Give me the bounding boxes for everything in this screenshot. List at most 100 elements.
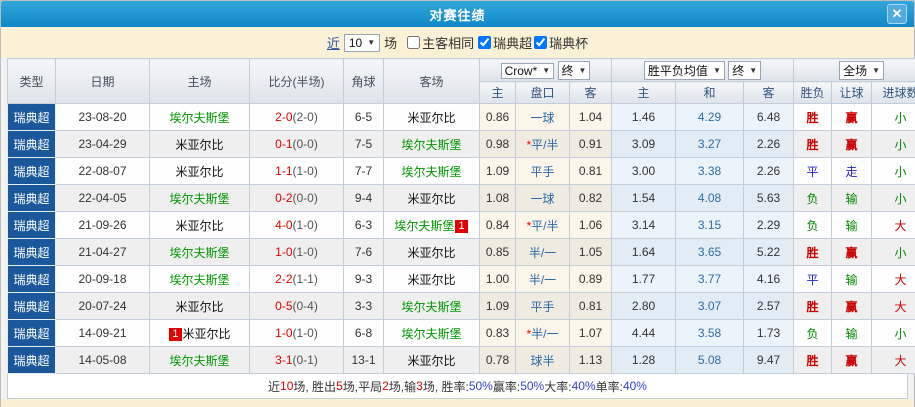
summary-segment: 5 bbox=[336, 379, 343, 393]
cell-score: 2-2(1-1) bbox=[250, 266, 344, 293]
cell-ah-home-odds: 1.09 bbox=[480, 158, 516, 185]
cell-goals: 小 bbox=[872, 158, 915, 185]
cell-league: 瑞典超 bbox=[8, 239, 56, 266]
sub-header-eu-draw: 和 bbox=[676, 82, 744, 104]
league-checkbox-0[interactable] bbox=[478, 36, 491, 49]
same-venue-checkbox[interactable] bbox=[407, 36, 420, 49]
cell-league: 瑞典超 bbox=[8, 347, 56, 374]
match-row: 瑞典超23-08-20埃尔夫斯堡2-0(2-0)6-5米亚尔比0.86一球1.0… bbox=[8, 104, 915, 131]
cell-result: 胜 bbox=[794, 131, 832, 158]
summary-segment: 单率: bbox=[596, 378, 623, 395]
match-row: 瑞典超14-09-211米亚尔比1-0(1-0)6-8埃尔夫斯堡0.83*半/一… bbox=[8, 320, 915, 347]
sub-header-goals: 进球数 bbox=[872, 82, 915, 104]
group-header-europe-odds: 胜平负均值 ▼ 终 ▼ bbox=[612, 59, 794, 82]
cell-handicap-result: 输 bbox=[832, 320, 872, 347]
odds-state-value: 终 bbox=[562, 62, 574, 79]
europe-state-value: 终 bbox=[732, 62, 744, 79]
cell-goals: 大 bbox=[872, 212, 915, 239]
cell-ah-home-odds: 0.86 bbox=[480, 104, 516, 131]
cell-eu-home-odds: 3.00 bbox=[612, 158, 676, 185]
sub-header-handicap: 让球 bbox=[832, 82, 872, 104]
cell-corners: 6-5 bbox=[344, 104, 384, 131]
sub-header-ah-line: 盘口 bbox=[516, 82, 570, 104]
cell-away-team: 埃尔夫斯堡 bbox=[384, 293, 480, 320]
cell-corners: 6-3 bbox=[344, 212, 384, 239]
cell-ah-away-odds: 0.91 bbox=[570, 131, 612, 158]
cell-eu-away-odds: 6.48 bbox=[744, 104, 794, 131]
odds-state-select[interactable]: 终 ▼ bbox=[558, 61, 591, 80]
cell-home-team: 米亚尔比 bbox=[150, 212, 250, 239]
cell-handicap-result: 输 bbox=[832, 266, 872, 293]
cell-corners: 13-1 bbox=[344, 347, 384, 374]
team-name: 埃尔夫斯堡 bbox=[394, 219, 454, 233]
cell-eu-home-odds: 1.77 bbox=[612, 266, 676, 293]
cell-result: 负 bbox=[794, 212, 832, 239]
cell-league: 瑞典超 bbox=[8, 104, 56, 131]
cell-ah-home-odds: 0.78 bbox=[480, 347, 516, 374]
cell-result: 负 bbox=[794, 185, 832, 212]
match-row: 瑞典超22-04-05埃尔夫斯堡0-2(0-0)9-4米亚尔比1.08一球0.8… bbox=[8, 185, 915, 212]
cell-ah-line: 平手 bbox=[516, 293, 570, 320]
close-icon[interactable]: ✕ bbox=[887, 4, 907, 24]
same-venue-option: 主客相同 bbox=[407, 33, 474, 52]
cell-score: 1-0(1-0) bbox=[250, 239, 344, 266]
cell-handicap-result: 赢 bbox=[832, 347, 872, 374]
near-link[interactable]: 近 bbox=[327, 33, 340, 52]
cell-home-team: 埃尔夫斯堡 bbox=[150, 266, 250, 293]
summary-segment: 40% bbox=[623, 379, 647, 393]
cell-ah-away-odds: 0.82 bbox=[570, 185, 612, 212]
cell-eu-away-odds: 2.26 bbox=[744, 158, 794, 185]
cell-eu-draw-odds: 3.38 bbox=[676, 158, 744, 185]
cell-eu-draw-odds: 3.58 bbox=[676, 320, 744, 347]
count-suffix-label: 场 bbox=[384, 33, 397, 52]
scope-select[interactable]: 全场 ▼ bbox=[839, 61, 884, 80]
cell-ah-line: 平手 bbox=[516, 158, 570, 185]
cell-ah-away-odds: 1.04 bbox=[570, 104, 612, 131]
cell-eu-draw-odds: 4.29 bbox=[676, 104, 744, 131]
odds-source-select[interactable]: Crow* ▼ bbox=[501, 63, 555, 79]
summary-segment: 50% bbox=[520, 379, 544, 393]
summary-segment: 近 bbox=[268, 378, 280, 395]
bottom-strip bbox=[1, 399, 914, 407]
cell-date: 14-05-08 bbox=[56, 347, 150, 374]
cell-eu-home-odds: 4.44 bbox=[612, 320, 676, 347]
cell-away-team: 米亚尔比 bbox=[384, 239, 480, 266]
cell-league: 瑞典超 bbox=[8, 131, 56, 158]
cell-goals: 大 bbox=[872, 266, 915, 293]
europe-source-select[interactable]: 胜平负均值 ▼ bbox=[644, 61, 725, 80]
cell-ah-line: *平/半 bbox=[516, 212, 570, 239]
cell-handicap-result: 赢 bbox=[832, 131, 872, 158]
league-option-1: 瑞典杯 bbox=[534, 33, 588, 52]
cell-eu-home-odds: 3.14 bbox=[612, 212, 676, 239]
team-name: 埃尔夫斯堡 bbox=[169, 111, 229, 125]
europe-source-value: 胜平负均值 bbox=[648, 62, 708, 79]
europe-state-select[interactable]: 终 ▼ bbox=[728, 61, 761, 80]
cell-home-team: 米亚尔比 bbox=[150, 293, 250, 320]
team-name: 米亚尔比 bbox=[407, 246, 455, 260]
history-rows: 瑞典超23-08-20埃尔夫斯堡2-0(2-0)6-5米亚尔比0.86一球1.0… bbox=[8, 104, 915, 374]
team-name: 埃尔夫斯堡 bbox=[169, 354, 229, 368]
cell-corners: 6-8 bbox=[344, 320, 384, 347]
cell-result: 平 bbox=[794, 158, 832, 185]
cell-date: 23-08-20 bbox=[56, 104, 150, 131]
cell-corners: 7-5 bbox=[344, 131, 384, 158]
cell-ah-away-odds: 1.13 bbox=[570, 347, 612, 374]
cell-ah-home-odds: 0.85 bbox=[480, 239, 516, 266]
cell-away-team: 米亚尔比 bbox=[384, 104, 480, 131]
match-row: 瑞典超20-09-18埃尔夫斯堡2-2(1-1)9-3米亚尔比1.00半/一0.… bbox=[8, 266, 915, 293]
match-count-select[interactable]: 10 ▼ bbox=[344, 34, 380, 52]
cell-corners: 9-4 bbox=[344, 185, 384, 212]
cell-score: 0-5(0-4) bbox=[250, 293, 344, 320]
cell-corners: 9-3 bbox=[344, 266, 384, 293]
cell-home-team: 埃尔夫斯堡 bbox=[150, 104, 250, 131]
team-name: 米亚尔比 bbox=[175, 138, 223, 152]
cell-eu-draw-odds: 3.27 bbox=[676, 131, 744, 158]
league-checkbox-1[interactable] bbox=[534, 36, 547, 49]
cell-handicap-result: 输 bbox=[832, 185, 872, 212]
cell-home-team: 埃尔夫斯堡 bbox=[150, 239, 250, 266]
match-row: 瑞典超21-09-26米亚尔比4-0(1-0)6-3埃尔夫斯堡10.84*平/半… bbox=[8, 212, 915, 239]
red-card-badge: 1 bbox=[455, 220, 467, 233]
cell-score: 2-0(2-0) bbox=[250, 104, 344, 131]
cell-goals: 小 bbox=[872, 131, 915, 158]
cell-eu-home-odds: 1.46 bbox=[612, 104, 676, 131]
